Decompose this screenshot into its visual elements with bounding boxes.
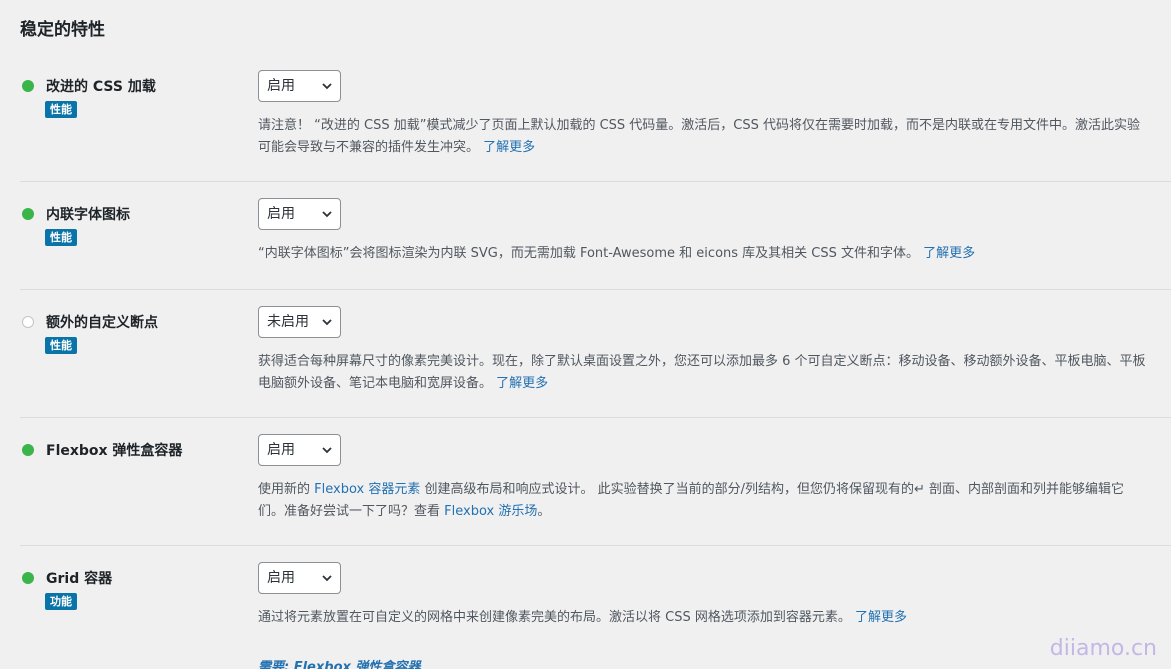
select-value: 启用	[267, 206, 295, 222]
learn-more-link[interactable]: 了解更多	[855, 610, 907, 625]
chevron-down-icon	[322, 447, 332, 454]
description-text-end: 。	[537, 504, 551, 519]
chevron-down-icon	[322, 575, 332, 582]
watermark: diiamo.cn	[1049, 636, 1157, 661]
feature-tag: 性能	[45, 101, 77, 118]
learn-more-link[interactable]: 了解更多	[496, 376, 548, 391]
feature-status-select[interactable]: 启用	[258, 562, 341, 594]
section-title: 稳定的特性	[20, 20, 105, 40]
feature-tag: 性能	[45, 229, 77, 246]
requires-dependency-link[interactable]: 需要: Flexbox 弹性盒容器	[258, 656, 420, 669]
feature-row-inline-font-icons: 内联字体图标 性能 启用 “内联字体图标”会将图标渲染为内联 SVG，而无需加载…	[20, 198, 1171, 290]
flexbox-container-element-link[interactable]: Flexbox 容器元素	[314, 482, 420, 497]
experiments-page: 稳定的特性 改进的 CSS 加载 性能 启用 请注意！ “改进的 CSS 加载”…	[0, 0, 1171, 669]
feature-description: 请注意！ “改进的 CSS 加载”模式减少了页面上默认加载的 CSS 代码量。激…	[258, 115, 1148, 159]
feature-status-select[interactable]: 未启用	[258, 306, 341, 338]
chevron-down-icon	[322, 83, 332, 90]
status-dot-enabled-icon	[22, 208, 34, 220]
feature-description: “内联字体图标”会将图标渲染为内联 SVG，而无需加载 Font-Awesome…	[258, 243, 1148, 265]
flexbox-playground-link[interactable]: Flexbox 游乐场	[444, 504, 537, 519]
select-value: 启用	[267, 78, 295, 94]
feature-name: 改进的 CSS 加载	[46, 79, 156, 95]
status-dot-disabled-icon	[22, 316, 34, 328]
chevron-down-icon	[322, 211, 332, 218]
learn-more-link[interactable]: 了解更多	[923, 246, 975, 261]
feature-tag: 性能	[45, 337, 77, 354]
feature-name: 额外的自定义断点	[46, 315, 158, 331]
description-text: “内联字体图标”会将图标渲染为内联 SVG，而无需加载 Font-Awesome…	[258, 246, 920, 261]
feature-name: 内联字体图标	[46, 207, 130, 223]
select-value: 启用	[267, 442, 295, 458]
description-text: 请注意！ “改进的 CSS 加载”模式减少了页面上默认加载的 CSS 代码量。激…	[258, 118, 1141, 155]
feature-status-select[interactable]: 启用	[258, 434, 341, 466]
select-value: 启用	[267, 570, 295, 586]
chevron-down-icon	[322, 319, 332, 326]
description-text: 获得适合每种屏幕尺寸的像素完美设计。现在，除了默认桌面设置之外，您还可以添加最多…	[258, 354, 1146, 391]
feature-row-improved-css-loading: 改进的 CSS 加载 性能 启用 请注意！ “改进的 CSS 加载”模式减少了页…	[20, 70, 1171, 182]
feature-tag: 功能	[45, 593, 77, 610]
feature-name: Flexbox 弹性盒容器	[46, 443, 183, 459]
select-value: 未启用	[267, 314, 309, 330]
status-dot-enabled-icon	[22, 572, 34, 584]
feature-row-grid-container: Grid 容器 功能 启用 通过将元素放置在可自定义的网格中来创建像素完美的布局…	[20, 562, 1171, 669]
feature-status-select[interactable]: 启用	[258, 198, 341, 230]
feature-description: 通过将元素放置在可自定义的网格中来创建像素完美的布局。激活以将 CSS 网格选项…	[258, 607, 1148, 629]
feature-status-select[interactable]: 启用	[258, 70, 341, 102]
feature-row-flexbox-container: Flexbox 弹性盒容器 启用 使用新的 Flexbox 容器元素 创建高级布…	[20, 434, 1171, 546]
feature-description: 使用新的 Flexbox 容器元素 创建高级布局和响应式设计。 此实验替换了当前…	[258, 479, 1148, 523]
feature-description: 获得适合每种屏幕尺寸的像素完美设计。现在，除了默认桌面设置之外，您还可以添加最多…	[258, 351, 1148, 395]
feature-row-additional-breakpoints: 额外的自定义断点 性能 未启用 获得适合每种屏幕尺寸的像素完美设计。现在，除了默…	[20, 306, 1171, 418]
description-text-start: 使用新的	[258, 482, 315, 497]
learn-more-link[interactable]: 了解更多	[483, 140, 535, 155]
status-dot-enabled-icon	[22, 80, 34, 92]
status-dot-enabled-icon	[22, 444, 34, 456]
description-text: 通过将元素放置在可自定义的网格中来创建像素完美的布局。激活以将 CSS 网格选项…	[258, 610, 851, 625]
feature-name: Grid 容器	[46, 571, 113, 587]
